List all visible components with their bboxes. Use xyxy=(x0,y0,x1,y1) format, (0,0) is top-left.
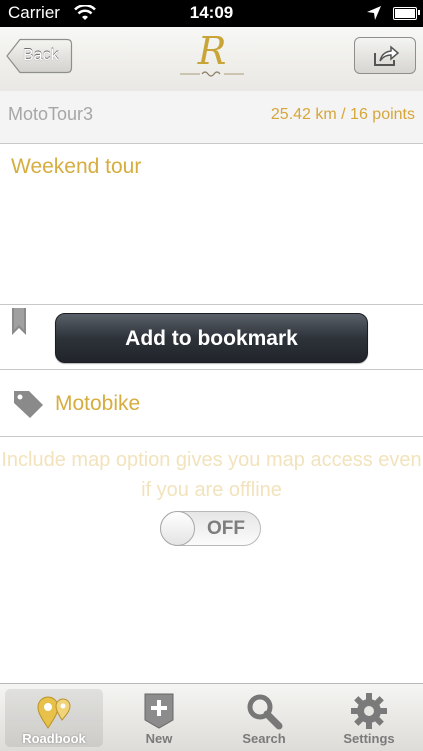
tab-label: New xyxy=(145,731,173,746)
map-pin-icon xyxy=(37,696,71,729)
toggle-knob[interactable] xyxy=(160,511,195,546)
back-button[interactable]: Back xyxy=(6,38,73,74)
divider xyxy=(0,304,423,305)
divider xyxy=(0,369,423,370)
divider xyxy=(0,436,423,437)
navigation-bar: Back R xyxy=(0,27,423,92)
map-option-note: Include map option gives you map access … xyxy=(1,449,422,501)
status-bar: Carrier 14:09 xyxy=(0,0,423,27)
tab-search[interactable]: Search xyxy=(215,689,313,747)
location-arrow-icon xyxy=(367,6,381,20)
tour-name: MotoTour3 xyxy=(8,104,94,124)
toggle-state-label: OFF xyxy=(207,518,245,539)
tour-info-row: MotoTour3 25.42 km / 16 points xyxy=(0,91,423,144)
battery-tip xyxy=(418,10,420,15)
logo-ornament xyxy=(180,71,244,77)
include-map-toggle[interactable]: OFF xyxy=(160,511,261,546)
tab-settings[interactable]: Settings xyxy=(320,689,418,747)
add-to-bookmark-button[interactable]: Add to bookmark xyxy=(55,313,368,363)
gear-icon xyxy=(351,693,387,729)
battery-icon xyxy=(393,7,417,20)
tag-icon xyxy=(14,391,43,418)
back-button-label: Back xyxy=(23,47,59,64)
bookmark-icon xyxy=(12,308,26,335)
tag-label[interactable]: Motobike xyxy=(55,392,140,416)
tab-bar: Roadbook New Search Settings xyxy=(0,683,423,751)
search-icon xyxy=(247,694,283,730)
tab-label: Roadbook xyxy=(22,731,86,746)
tour-description[interactable]: Weekend tour xyxy=(11,155,141,179)
share-icon xyxy=(374,45,400,66)
share-button[interactable] xyxy=(354,37,416,74)
tab-label: Search xyxy=(242,731,286,746)
tab-roadbook[interactable]: Roadbook xyxy=(5,689,103,747)
add-icon xyxy=(144,693,174,729)
clock: 14:09 xyxy=(189,3,234,22)
tab-new[interactable]: New xyxy=(110,689,208,747)
tab-label: Settings xyxy=(343,731,395,746)
tour-stats: 25.42 km / 16 points xyxy=(270,106,415,123)
